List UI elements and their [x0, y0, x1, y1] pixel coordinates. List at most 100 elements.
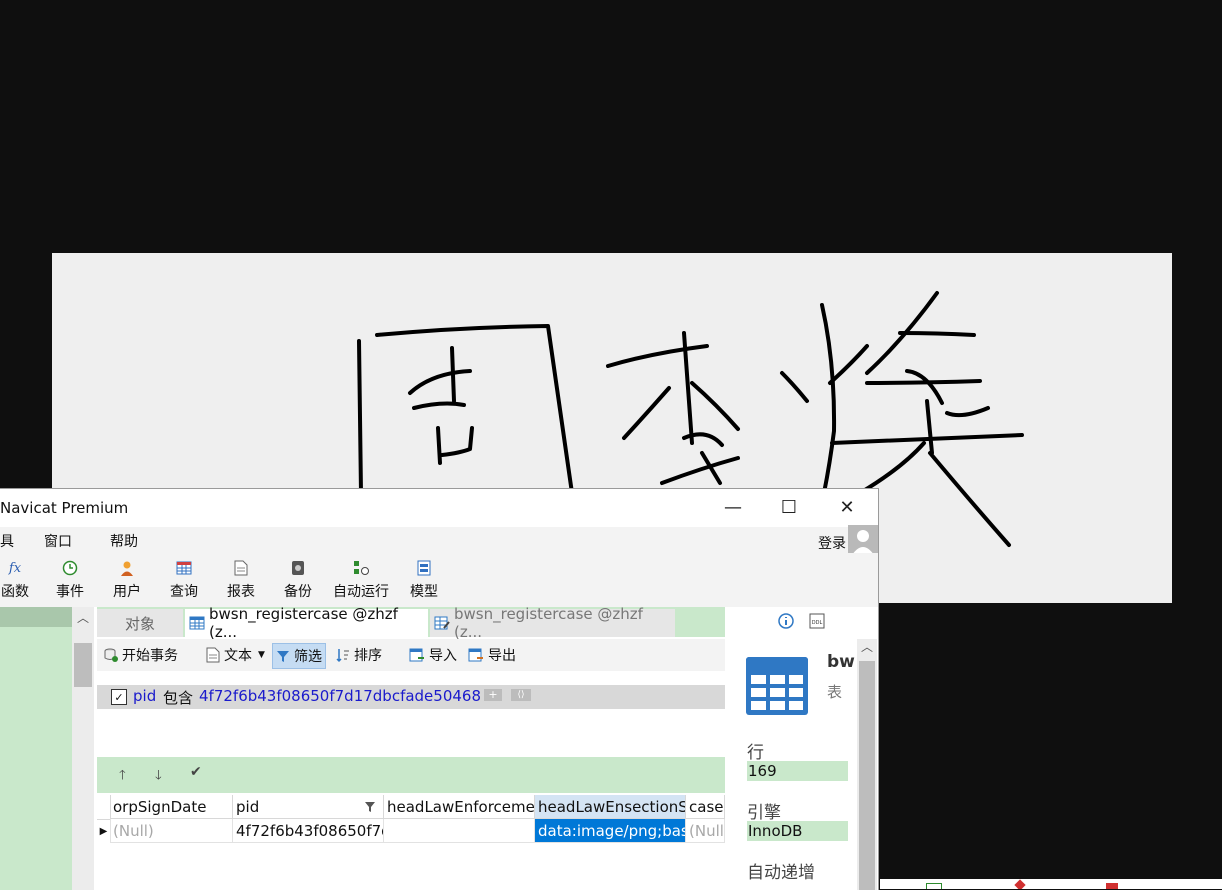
navigator-selected-row[interactable] — [0, 607, 72, 627]
backup-icon — [290, 559, 306, 577]
toolbar-autorun-button[interactable]: 自动运行 — [330, 553, 392, 607]
model-icon — [416, 559, 432, 577]
toolbar-event-button[interactable]: 事件 — [54, 553, 86, 607]
maximize-button[interactable]: ☐ — [760, 489, 818, 526]
column-header-label: pid — [236, 798, 260, 816]
sort-button[interactable]: 排序 — [333, 643, 385, 667]
table-cell[interactable]: (Null) — [686, 819, 725, 843]
partial-background-window — [880, 879, 1222, 889]
table-cell-selected[interactable]: data:image/png;base — [535, 819, 686, 843]
filter-field[interactable]: pid — [133, 687, 156, 705]
info-panel: DDL bw 表 行 169 引擎 InnoDB 自动递增 — [727, 607, 878, 890]
add-condition-icon[interactable]: + — [484, 689, 502, 701]
record-nav-bar: 🡑 🡓 ✔ — [97, 757, 725, 793]
filter-operator[interactable]: 包含 — [163, 687, 193, 708]
table-cell[interactable]: 4f72f6b43f08650f7d — [233, 819, 384, 843]
toolbar-user-button[interactable]: 用户 — [111, 553, 143, 607]
toolbar-report-button[interactable]: 报表 — [225, 553, 257, 607]
engine-label: 引擎 — [747, 803, 781, 823]
menu-tools[interactable]: 具 — [0, 531, 14, 551]
large-table-icon — [746, 657, 808, 715]
toolbar-model-button[interactable]: 模型 — [408, 553, 440, 607]
column-header[interactable]: pid — [233, 795, 384, 819]
import-button[interactable]: 导入 — [406, 643, 460, 667]
scroll-up-icon[interactable]: ︿ — [77, 609, 89, 626]
filter-row: ✓ pid 包含 4f72f6b43f08650f7d17dbcfade5046… — [97, 685, 725, 709]
toolbar-user-label: 用户 — [113, 584, 141, 600]
window-title: Navicat Premium — [0, 499, 129, 517]
partial-icon — [1106, 883, 1118, 889]
partial-icon — [1014, 879, 1026, 889]
export-button[interactable]: 导出 — [465, 643, 519, 667]
filter-button[interactable]: 筛选 — [272, 643, 326, 669]
info-scrollbar[interactable]: ︿ — [857, 639, 877, 890]
toolbar-model-label: 模型 — [410, 584, 438, 600]
auto-increment-label: 自动递增 — [747, 863, 815, 883]
navicat-window: Navicat Premium — ☐ ✕ 具 窗口 帮助 登录 fx 函数 事… — [0, 488, 879, 890]
toolbar-function-label: 函数 — [1, 584, 29, 600]
data-toolbar: 开始事务 文本 ▼ 筛选 排序 导入 导出 — [97, 639, 725, 671]
user-icon — [119, 559, 135, 577]
toolbar-backup-button[interactable]: 备份 — [282, 553, 314, 607]
engine-value: InnoDB — [747, 821, 848, 841]
column-header[interactable]: orpSignDate — [110, 795, 233, 819]
arrow-down-icon[interactable]: 🡓 — [155, 766, 162, 788]
toolbar-query-label: 查询 — [170, 584, 198, 600]
scroll-up-icon[interactable]: ︿ — [861, 638, 873, 655]
column-header[interactable]: caseS — [686, 795, 725, 819]
add-group-icon[interactable]: ⟨⟩ — [511, 689, 531, 701]
column-header[interactable]: headLawEnsectionSi — [535, 795, 686, 819]
text-view-button[interactable]: 文本 ▼ — [203, 643, 268, 667]
sort-label: 排序 — [354, 648, 382, 664]
funnel-icon — [277, 651, 289, 662]
close-button[interactable]: ✕ — [818, 489, 876, 526]
rows-value: 169 — [747, 761, 848, 781]
menu-help[interactable]: 帮助 — [110, 531, 138, 551]
function-icon: fx — [8, 560, 22, 576]
tab-table-data[interactable]: bwsn_registercase @zhzf (z... — [185, 605, 428, 641]
table-icon — [176, 559, 192, 577]
tab-table-design-label: bwsn_registercase @zhzf (z... — [454, 605, 643, 641]
table-icon — [189, 616, 205, 630]
tab-table-design[interactable]: bwsn_registercase @zhzf (z... — [430, 605, 675, 641]
rows-label: 行 — [747, 743, 764, 763]
export-icon — [468, 648, 483, 662]
filter-enable-checkbox[interactable]: ✓ — [111, 689, 127, 705]
info-icon[interactable] — [778, 613, 794, 629]
scrollbar-thumb[interactable] — [859, 661, 875, 890]
design-table-icon — [434, 616, 450, 630]
menu-bar: 具 窗口 帮助 登录 — [0, 525, 878, 555]
minimize-button[interactable]: — — [704, 489, 762, 526]
report-icon — [233, 559, 249, 577]
menu-window[interactable]: 窗口 — [44, 531, 72, 551]
table-cell[interactable] — [384, 819, 535, 843]
filter-label: 筛选 — [294, 649, 322, 665]
avatar[interactable] — [848, 525, 878, 555]
toolbar-report-label: 报表 — [227, 584, 255, 600]
ddl-icon[interactable]: DDL — [809, 613, 825, 629]
column-header[interactable]: headLawEnforcemer — [384, 795, 535, 819]
toolbar-query-button[interactable]: 查询 — [168, 553, 200, 607]
scrollbar-thumb[interactable] — [74, 643, 92, 687]
filter-value[interactable]: 4f72f6b43f08650f7d17dbcfade50468 — [199, 687, 481, 705]
title-bar: Navicat Premium — ☐ ✕ — [0, 489, 878, 526]
object-navigator[interactable] — [0, 607, 72, 890]
apply-changes-icon[interactable]: ✔ — [190, 764, 202, 780]
login-link[interactable]: 登录 — [818, 533, 846, 553]
navigator-scrollbar[interactable]: ︿ — [72, 607, 94, 890]
svg-text:DDL: DDL — [812, 620, 823, 626]
object-name: bw — [827, 652, 855, 672]
tab-objects[interactable]: 对象 — [97, 609, 183, 637]
import-label: 导入 — [429, 648, 457, 664]
begin-transaction-label: 开始事务 — [122, 648, 178, 664]
begin-transaction-button[interactable]: 开始事务 — [100, 643, 181, 667]
table-cell[interactable]: (Null) — [110, 819, 233, 843]
tab-table-data-label: bwsn_registercase @zhzf (z... — [209, 605, 398, 641]
row-indicator-icon[interactable]: ▶ — [97, 819, 111, 843]
user-silhouette-icon — [852, 530, 874, 555]
toolbar-function-button[interactable]: fx 函数 — [0, 553, 30, 607]
arrow-up-icon[interactable]: 🡑 — [119, 766, 126, 788]
toolbar-autorun-label: 自动运行 — [333, 584, 389, 600]
clock-icon — [62, 559, 78, 577]
partial-icon — [926, 883, 942, 889]
